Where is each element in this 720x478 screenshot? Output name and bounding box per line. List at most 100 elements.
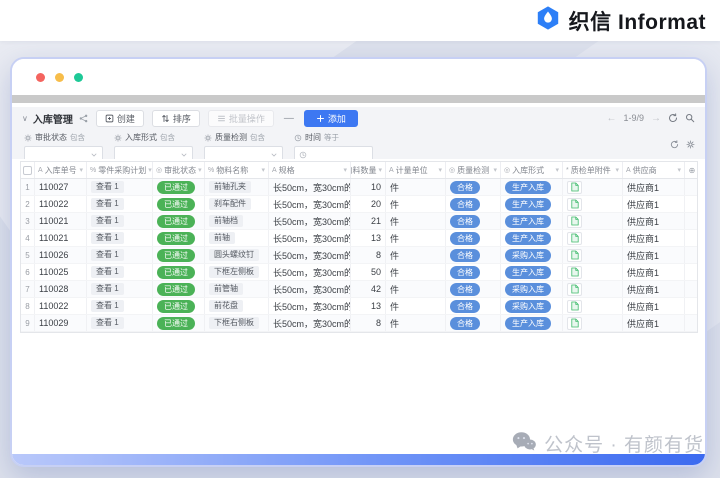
material-tag[interactable]: 前轴 [209, 232, 235, 244]
cell-spec: 长50cm，宽30cm的SY1 [269, 264, 351, 280]
sort-caret-icon[interactable]: ▾ [146, 166, 152, 174]
filter-label: 入库形式 [125, 132, 157, 143]
sort-caret-icon[interactable]: ▾ [376, 166, 382, 174]
view-plan-tag[interactable]: 查看 1 [91, 300, 124, 312]
refresh-icon[interactable] [670, 136, 679, 154]
batch-operation-button[interactable]: 批量操作 [208, 110, 274, 127]
cell-unit: 件 [386, 179, 446, 195]
cell-supplier: 供应商1 [623, 298, 685, 314]
create-button[interactable]: 创建 [96, 110, 144, 127]
col-header-spec[interactable]: A规格▾ [269, 162, 351, 178]
attachment-file-icon[interactable] [567, 215, 582, 228]
col-header-purchase-plan[interactable]: %零件采购计划▾ [87, 162, 153, 178]
qc-badge: 合格 [450, 266, 480, 279]
attachment-file-icon[interactable] [567, 249, 582, 262]
col-header-qc[interactable]: ◎质量检测▾ [446, 162, 501, 178]
cell-order-no: 110025 [35, 264, 87, 280]
col-header-supplier[interactable]: A供应商▾ [623, 162, 685, 178]
maximize-window-button[interactable] [74, 73, 83, 82]
attachment-file-icon[interactable] [567, 198, 582, 211]
refresh-icon[interactable] [668, 113, 678, 123]
view-plan-tag[interactable]: 查看 1 [91, 266, 124, 278]
view-plan-tag[interactable]: 查看 1 [91, 317, 124, 329]
sort-button[interactable]: 排序 [152, 110, 200, 127]
col-header-entry-mode[interactable]: ◎入库形式▾ [501, 162, 563, 178]
attachment-file-icon[interactable] [567, 283, 582, 296]
material-tag[interactable]: 下框左侧板 [209, 266, 259, 278]
col-header-attachment[interactable]: *质检单附件▾ [563, 162, 623, 178]
col-header-select[interactable] [21, 162, 35, 178]
approval-badge: 已通过 [157, 283, 195, 296]
entry-mode-badge: 生产入库 [505, 232, 551, 245]
sort-caret-icon[interactable]: ▾ [613, 166, 619, 174]
table-row[interactable]: 7 110028 查看 1 已通过 前管轴 长50cm，宽30cm的SY1 42… [21, 281, 697, 298]
sort-caret-icon[interactable]: ▾ [491, 166, 497, 174]
approval-badge: 已通过 [157, 198, 195, 211]
share-icon[interactable] [79, 114, 88, 123]
attachment-file-icon[interactable] [567, 300, 582, 313]
attachment-file-icon[interactable] [567, 266, 582, 279]
col-header-approval[interactable]: ◎审批状态▾ [153, 162, 205, 178]
add-record-button[interactable]: 添加 [304, 110, 358, 127]
qc-badge: 合格 [450, 249, 480, 262]
collapse-chevron-icon[interactable]: ∨ [22, 114, 28, 123]
view-plan-tag[interactable]: 查看 1 [91, 283, 124, 295]
sort-caret-icon[interactable]: ▾ [259, 166, 265, 174]
window-titlebar [12, 59, 705, 95]
close-window-button[interactable] [36, 73, 45, 82]
material-tag[interactable]: 圆头螺纹钉 [209, 249, 259, 261]
gear-icon[interactable] [686, 136, 695, 154]
table-row[interactable]: 8 110022 查看 1 已通过 前花盘 长50cm，宽30cm的SY1 13… [21, 298, 697, 315]
table-row[interactable]: 5 110026 查看 1 已通过 圆头螺纹钉 长50cm，宽30cm的SY1 … [21, 247, 697, 264]
table-row[interactable]: 1 110027 查看 1 已通过 前轴孔夹 长50cm，宽30cm的SY1 1… [21, 179, 697, 196]
cell-qty: 42 [351, 281, 386, 297]
cell-spec: 长50cm，宽30cm的SY1 [269, 247, 351, 263]
material-tag[interactable]: 前花盘 [209, 300, 243, 312]
attachment-file-icon[interactable] [567, 232, 582, 245]
col-header-quantity[interactable]: #物料数量▾ [351, 162, 386, 178]
sort-caret-icon[interactable]: ▾ [196, 166, 202, 174]
material-tag[interactable]: 前管轴 [209, 283, 243, 295]
material-tag[interactable]: 下框右侧板 [209, 317, 259, 329]
approval-badge: 已通过 [157, 317, 195, 330]
cell-order-no: 110026 [35, 247, 87, 263]
approval-badge: 已通过 [157, 249, 195, 262]
col-header-order-no[interactable]: A入库单号▾ [35, 162, 87, 178]
prev-page-icon[interactable]: ← [606, 113, 616, 124]
cell-supplier: 供应商1 [623, 281, 685, 297]
minimize-window-button[interactable] [55, 73, 64, 82]
approval-badge: 已通过 [157, 266, 195, 279]
table-row[interactable]: 3 110021 查看 1 已通过 前轴档 长50cm，宽30cm的SY1 21… [21, 213, 697, 230]
next-page-icon[interactable]: → [651, 113, 661, 124]
table-row[interactable]: 9 110029 查看 1 已通过 下框右侧板 长50cm，宽30cm的SY1 … [21, 315, 697, 332]
view-plan-tag[interactable]: 查看 1 [91, 198, 124, 210]
select-all-checkbox[interactable] [23, 166, 32, 175]
cell-qty: 50 [351, 264, 386, 280]
view-plan-tag[interactable]: 查看 1 [91, 181, 124, 193]
sort-caret-icon[interactable]: ▾ [553, 166, 559, 174]
table-row[interactable]: 4 110021 查看 1 已通过 前轴 长50cm，宽30cm的SY1 13 … [21, 230, 697, 247]
filter-operator: 包含 [160, 132, 175, 143]
attachment-file-icon[interactable] [567, 317, 582, 330]
sort-caret-icon[interactable]: ▾ [77, 166, 83, 174]
filter-label: 时间 [305, 132, 321, 143]
view-plan-tag[interactable]: 查看 1 [91, 215, 124, 227]
material-tag[interactable]: 前轴孔夹 [209, 181, 251, 193]
sort-caret-icon[interactable]: ▾ [675, 166, 681, 174]
more-tools-minus-icon[interactable]: — [284, 113, 294, 124]
search-icon[interactable] [685, 113, 695, 123]
view-plan-tag[interactable]: 查看 1 [91, 249, 124, 261]
cell-supplier: 供应商1 [623, 315, 685, 331]
add-column-button[interactable]: ⊕ [685, 162, 699, 178]
view-plan-tag[interactable]: 查看 1 [91, 232, 124, 244]
col-header-unit[interactable]: A计量单位▾ [386, 162, 446, 178]
col-header-material[interactable]: %物料名称▾ [205, 162, 269, 178]
table-row[interactable]: 6 110025 查看 1 已通过 下框左侧板 长50cm，宽30cm的SY1 … [21, 264, 697, 281]
attachment-file-icon[interactable] [567, 181, 582, 194]
sort-caret-icon[interactable]: ▾ [436, 166, 442, 174]
cell-qty: 10 [351, 179, 386, 195]
sort-caret-icon[interactable]: ▾ [341, 166, 347, 174]
material-tag[interactable]: 刹车配件 [209, 198, 251, 210]
table-row[interactable]: 2 110022 查看 1 已通过 刹车配件 长50cm，宽30cm的SY1 2… [21, 196, 697, 213]
material-tag[interactable]: 前轴档 [209, 215, 243, 227]
